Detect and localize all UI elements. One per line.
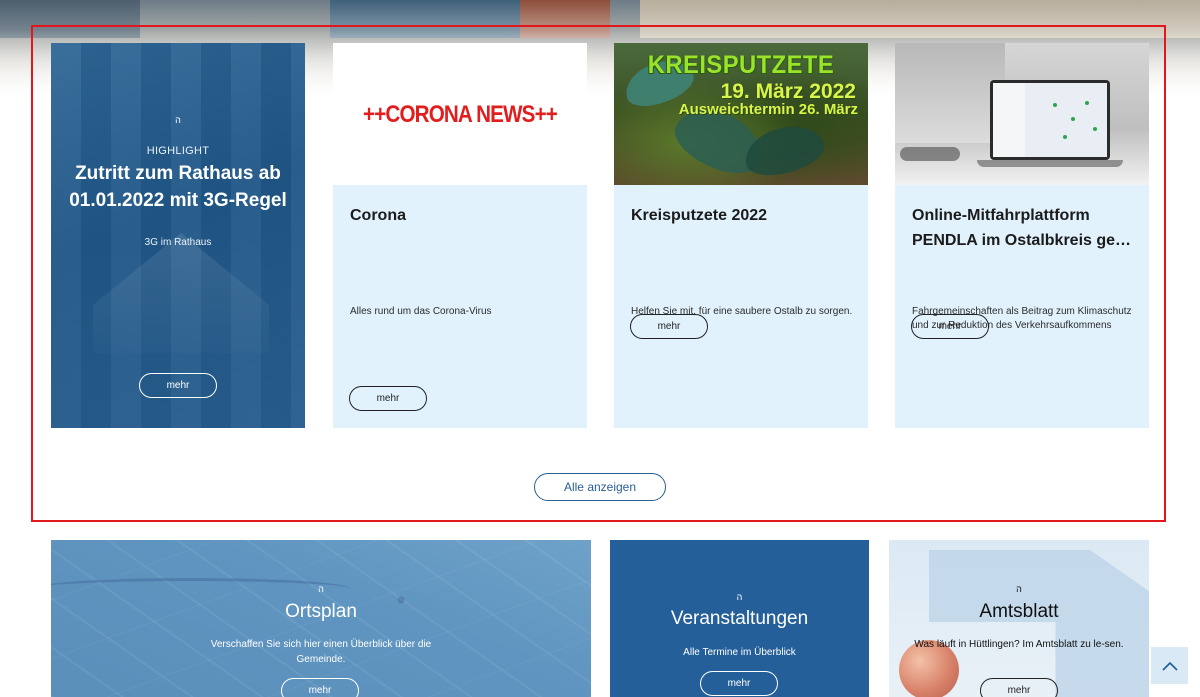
tile-amtsblatt[interactable]: ה Amtsblatt Was läuft in Hüttlingen? Im … <box>889 540 1149 697</box>
news-card-kreisputzete[interactable]: KREISPUTZETE 19. März 2022 Ausweichtermi… <box>614 43 868 428</box>
ornament-icon: ה <box>175 115 181 125</box>
highlight-card[interactable]: ה HIGHLIGHT Zutritt zum Rathaus ab 01.01… <box>51 43 305 428</box>
laptop-screen <box>990 80 1110 160</box>
corona-news-image[interactable]: ++CORONA NEWS++ <box>333 43 587 185</box>
kreisputzete-image-title: KREISPUTZETE <box>647 51 835 79</box>
tile-text: Was läuft in Hüttlingen? Im Amtsblatt zu… <box>914 639 1124 650</box>
highlight-label: HIGHLIGHT <box>146 145 210 157</box>
show-all-button[interactable]: Alle anzeigen <box>534 473 666 501</box>
news-card-corona[interactable]: ++CORONA NEWS++ Corona Alles rund um das… <box>333 43 587 428</box>
glasses-shape <box>900 147 960 161</box>
tile-title[interactable]: Ortsplan <box>51 601 591 623</box>
kreisputzete-image[interactable]: KREISPUTZETE 19. März 2022 Ausweichtermi… <box>614 43 868 185</box>
window-shape <box>895 43 1005 143</box>
tile-text: Verschaffen Sie sich hier einen Überblic… <box>210 639 432 665</box>
map-preview <box>993 83 1107 157</box>
pendla-more-button[interactable]: mehr <box>911 314 989 339</box>
kreisputzete-image-alt-date: Ausweichtermin 26. März <box>678 101 858 118</box>
scroll-to-top-button[interactable] <box>1151 647 1188 684</box>
amtsblatt-more-button[interactable]: mehr <box>980 678 1058 697</box>
chevron-up-icon <box>1161 661 1178 671</box>
ornament-icon: ה <box>736 592 743 602</box>
tile-veranstaltungen[interactable]: ה Veranstaltungen Alle Termine im Überbl… <box>610 540 869 697</box>
tile-title[interactable]: Veranstaltungen <box>610 608 869 630</box>
ortsplan-more-button[interactable]: mehr <box>281 678 359 697</box>
card-title[interactable]: Corona <box>350 203 575 228</box>
logo-shape <box>929 550 1149 697</box>
news-card-pendla[interactable]: Online-Mitfahrplattform PENDLA im Ostalb… <box>895 43 1149 428</box>
highlight-description: 3G im Rathaus <box>144 237 212 248</box>
card-description: Alles rund um das Corona-Virus <box>350 306 492 317</box>
corona-more-button[interactable]: mehr <box>349 386 427 411</box>
leaf-shape <box>739 118 829 183</box>
laptop-base <box>977 160 1123 167</box>
tile-title[interactable]: Amtsblatt <box>889 601 1149 623</box>
tile-text: Alle Termine im Überblick <box>683 647 796 658</box>
page: ה HIGHLIGHT Zutritt zum Rathaus ab 01.01… <box>0 0 1200 697</box>
laptop-photo[interactable] <box>895 43 1149 185</box>
tile-ortsplan[interactable]: ה Ortsplan Verschaffen Sie sich hier ein… <box>51 540 591 697</box>
highlight-title[interactable]: Zutritt zum Rathaus ab 01.01.2022 mit 3G… <box>61 160 295 214</box>
veranstaltungen-more-button[interactable]: mehr <box>700 671 778 696</box>
card-title[interactable]: Kreisputzete 2022 <box>631 203 856 228</box>
card-title[interactable]: Online-Mitfahrplattform PENDLA im Ostalb… <box>912 203 1137 253</box>
corona-news-image-text: ++CORONA NEWS++ <box>363 101 558 128</box>
highlight-more-button[interactable]: mehr <box>139 373 217 398</box>
ornament-icon: ה <box>1016 584 1022 594</box>
ornament-icon: ה <box>318 584 324 594</box>
kreisputzete-more-button[interactable]: mehr <box>630 314 708 339</box>
